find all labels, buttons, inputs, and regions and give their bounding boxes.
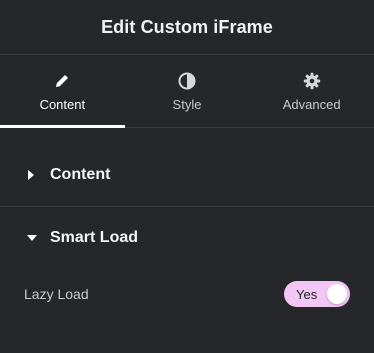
panel-header: Edit Custom iFrame	[0, 0, 374, 55]
lazy-load-control: Lazy Load Yes	[0, 269, 374, 319]
contrast-icon	[177, 71, 197, 91]
switch-on-label: Yes	[296, 286, 318, 302]
tab-style-label: Style	[172, 96, 202, 112]
tab-content[interactable]: Content	[0, 55, 125, 128]
section-content-toggle[interactable]: Content	[0, 144, 374, 207]
panel-title: Edit Custom iFrame	[101, 16, 273, 37]
gear-icon	[302, 71, 322, 91]
tab-style[interactable]: Style	[125, 55, 250, 127]
tab-bar: Content Style Advanced	[0, 55, 374, 128]
tab-advanced[interactable]: Advanced	[249, 55, 374, 127]
section-smart-load-title: Smart Load	[50, 229, 139, 246]
caret-down-icon	[26, 231, 40, 245]
caret-right-icon	[26, 168, 40, 182]
lazy-load-switch[interactable]: Yes	[284, 281, 350, 307]
section-content-title: Content	[50, 166, 111, 183]
pencil-icon	[52, 71, 72, 91]
section-smart-load-toggle[interactable]: Smart Load	[0, 207, 374, 269]
lazy-load-label: Lazy Load	[24, 286, 89, 302]
editor-panel: Edit Custom iFrame Content Style Advance…	[0, 0, 374, 353]
switch-knob	[327, 284, 347, 304]
tab-content-label: Content	[39, 96, 86, 112]
tab-advanced-label: Advanced	[282, 96, 341, 112]
